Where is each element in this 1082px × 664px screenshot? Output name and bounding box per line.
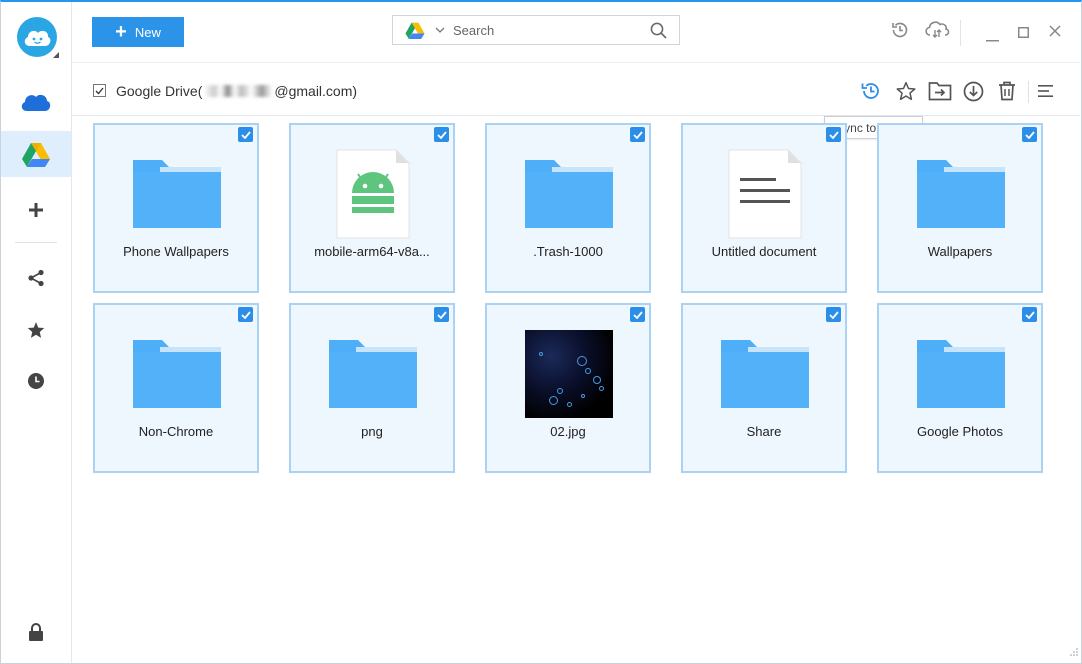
file-tile[interactable]: Share [681, 303, 847, 473]
file-checkbox[interactable] [238, 307, 253, 322]
android-file-icon [328, 149, 418, 239]
download-icon[interactable] [962, 80, 984, 102]
checkmark-icon [632, 130, 643, 139]
breadcrumb-account: @gmail.com) [274, 83, 358, 99]
search-input[interactable] [453, 22, 633, 38]
resize-grip-icon[interactable] [1070, 643, 1078, 661]
google-drive-icon [22, 142, 50, 167]
checkmark-icon [436, 130, 447, 139]
search-icon[interactable] [650, 22, 667, 39]
checkmark-icon [95, 87, 104, 94]
maximize-icon[interactable] [1018, 25, 1029, 43]
file-name: Share [746, 424, 782, 439]
file-tile[interactable]: mobile-arm64-v8a... [289, 123, 455, 293]
google-drive-icon[interactable] [405, 22, 425, 39]
checkmark-icon [240, 130, 251, 139]
file-tile[interactable]: 02.jpg [485, 303, 651, 473]
history-icon[interactable] [890, 20, 910, 45]
file-name: Wallpapers [927, 244, 993, 259]
star-icon [27, 322, 45, 338]
file-checkbox[interactable] [238, 127, 253, 142]
redacted-email [204, 85, 273, 97]
sidebar-item-lock[interactable] [1, 609, 71, 655]
folder-icon [720, 329, 810, 419]
tools-divider [1028, 81, 1029, 103]
sync-to-cloud-icon[interactable] [860, 80, 882, 102]
file-checkbox[interactable] [1022, 127, 1037, 142]
file-tile[interactable]: Untitled document [681, 123, 847, 293]
breadcrumb-paren: ( [197, 83, 203, 99]
logo-cloud-face-icon[interactable] [17, 17, 57, 57]
file-tile[interactable]: .Trash-1000 [485, 123, 651, 293]
file-checkbox[interactable] [826, 307, 841, 322]
file-name: 02.jpg [550, 424, 586, 439]
onedrive-cloud-icon [21, 94, 51, 111]
file-name: png [361, 424, 383, 439]
select-all-checkbox[interactable] [93, 84, 106, 97]
breadcrumb[interactable]: Google Drive ( @gmail.com) [116, 83, 357, 99]
file-name: mobile-arm64-v8a... [314, 244, 430, 259]
checkmark-icon [828, 130, 839, 139]
minimize-icon[interactable] [986, 29, 999, 47]
sidebar-item-recent[interactable] [1, 358, 71, 404]
new-button[interactable]: + New [92, 17, 184, 47]
file-checkbox[interactable] [434, 127, 449, 142]
star-outline-icon[interactable] [895, 80, 917, 102]
folder-icon [916, 329, 1006, 419]
folder-icon [132, 329, 222, 419]
file-tile[interactable]: Google Photos [877, 303, 1043, 473]
checkmark-icon [436, 310, 447, 319]
search-box [392, 15, 680, 45]
sidebar-item-share[interactable] [1, 255, 71, 301]
share-icon [28, 269, 44, 287]
checkmark-icon [632, 310, 643, 319]
document-icon [720, 149, 810, 239]
close-icon[interactable] [1049, 24, 1061, 42]
lock-icon [29, 623, 43, 641]
sidebar-item-onedrive[interactable] [1, 79, 71, 125]
file-tile[interactable]: Wallpapers [877, 123, 1043, 293]
file-name: Non-Chrome [138, 424, 214, 439]
sidebar-item-google-drive[interactable] [1, 131, 71, 177]
file-checkbox[interactable] [434, 307, 449, 322]
file-name: .Trash-1000 [533, 244, 603, 259]
file-name: Google Photos [916, 424, 1003, 439]
folder-icon [916, 149, 1006, 239]
sidebar-item-starred[interactable] [1, 307, 71, 353]
new-button-label: New [134, 24, 161, 40]
list-view-icon[interactable] [1035, 80, 1057, 102]
file-checkbox[interactable] [826, 127, 841, 142]
sidebar [1, 2, 72, 663]
file-tile[interactable]: Non-Chrome [93, 303, 259, 473]
plus-icon: + [115, 21, 127, 43]
file-name: Phone Wallpapers [123, 244, 229, 259]
checkmark-icon [828, 310, 839, 319]
move-to-folder-icon[interactable] [927, 80, 953, 102]
plus-icon [29, 203, 43, 217]
checkmark-icon [1024, 130, 1035, 139]
file-tile[interactable]: png [289, 303, 455, 473]
file-name: Untitled document [711, 244, 817, 259]
file-checkbox[interactable] [1022, 307, 1037, 322]
toolbar-divider [960, 20, 961, 46]
file-checkbox[interactable] [630, 307, 645, 322]
file-checkbox[interactable] [630, 127, 645, 142]
sidebar-item-add-drive[interactable] [1, 187, 71, 233]
sidebar-divider [15, 242, 57, 243]
image-thumbnail [524, 329, 614, 419]
top-toolbar: + New [72, 2, 1080, 62]
file-tile[interactable]: Phone Wallpapers [93, 123, 259, 293]
path-bar: Google Drive ( @gmail.com) [72, 62, 1080, 116]
folder-icon [328, 329, 418, 419]
chevron-down-icon[interactable] [435, 27, 445, 33]
clock-icon [28, 373, 44, 389]
cloud-sync-icon[interactable] [924, 19, 950, 44]
folder-icon [132, 149, 222, 239]
breadcrumb-service: Google Drive [116, 83, 198, 99]
trash-icon[interactable] [996, 80, 1018, 102]
checkmark-icon [1024, 310, 1035, 319]
checkmark-icon [240, 310, 251, 319]
folder-icon [524, 149, 614, 239]
account-menu-indicator[interactable] [53, 52, 59, 58]
